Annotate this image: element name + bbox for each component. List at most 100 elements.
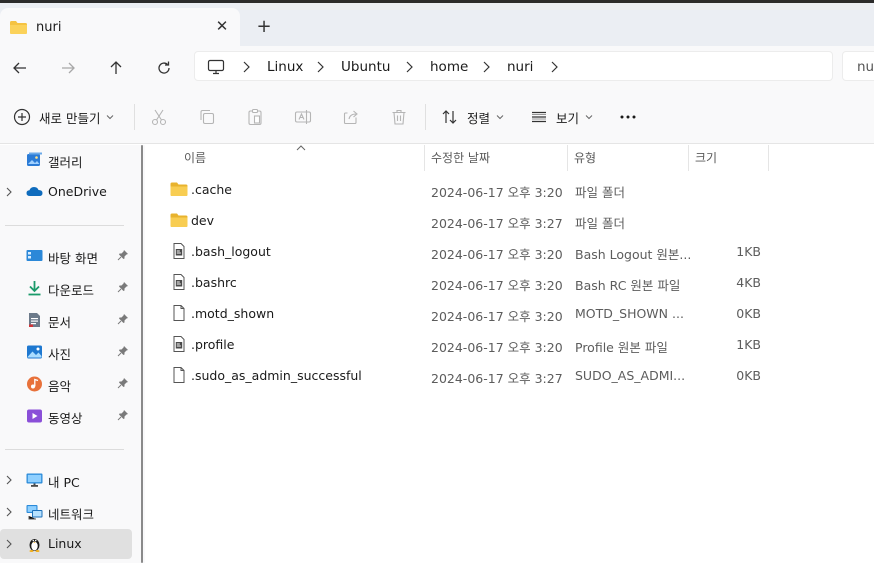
pin-icon[interactable] — [117, 409, 129, 421]
breadcrumb-linux[interactable]: Linux — [267, 59, 303, 75]
view-label: 보기 — [556, 110, 580, 126]
up-button[interactable] — [102, 54, 130, 82]
table-row[interactable]: .bash_logout 2024-06-17 오후 3:20 Bash Log… — [148, 236, 874, 267]
breadcrumb-ubuntu[interactable]: Ubuntu — [341, 59, 390, 75]
breadcrumb-home[interactable]: home — [430, 59, 468, 75]
file-size: 0KB — [736, 306, 761, 321]
file-date: 2024-06-17 오후 3:20 — [431, 309, 563, 324]
scrollbar-thumb[interactable] — [141, 145, 143, 563]
file-name: .bash_logout — [191, 244, 271, 259]
file-name: .bashrc — [191, 275, 237, 290]
column-header-size[interactable]: 크기 — [689, 145, 768, 171]
sidebar-item-desktop[interactable]: 바탕 화면 — [0, 241, 132, 271]
sidebar-item-network[interactable]: 네트워크 — [0, 497, 132, 527]
file-name: .motd_shown — [191, 306, 275, 321]
file-name: .profile — [191, 337, 235, 352]
pin-icon[interactable] — [117, 313, 129, 325]
cut-button[interactable] — [150, 105, 168, 129]
address-bar[interactable]: Linux Ubuntu home nuri — [194, 51, 833, 81]
chevron-right-icon[interactable] — [315, 60, 325, 74]
chevron-right-icon[interactable] — [5, 187, 13, 197]
chevron-right-icon[interactable] — [404, 60, 414, 74]
breadcrumb-nuri[interactable]: nuri — [507, 59, 533, 75]
view-button[interactable]: 보기 — [530, 105, 593, 129]
file-type: 파일 폴더 — [575, 185, 625, 200]
rename-icon — [294, 110, 312, 124]
sidebar-item-label: Linux — [48, 536, 82, 551]
file-type: Profile 원본 파일 — [575, 340, 668, 355]
arrow-right-icon — [62, 62, 75, 74]
table-row[interactable]: .cache 2024-06-17 오후 3:20 파일 폴더 — [148, 174, 874, 205]
table-row[interactable]: .sudo_as_admin_successful 2024-06-17 오후 … — [148, 360, 874, 391]
sidebar-item-label: 다운로드 — [48, 283, 95, 298]
rename-button[interactable] — [294, 105, 312, 129]
sidebar-item-gallery[interactable]: 갤러리 — [0, 145, 132, 175]
chevron-down-icon — [496, 115, 504, 120]
sort-button[interactable]: 정렬 — [441, 105, 504, 129]
forward-button[interactable] — [54, 54, 82, 82]
sidebar-item-this-pc[interactable]: 내 PC — [0, 465, 132, 495]
more-icon — [620, 115, 636, 119]
chevron-right-icon[interactable] — [481, 60, 491, 74]
copy-button[interactable] — [198, 105, 216, 129]
column-header-modified[interactable]: 수정한 날짜 — [425, 145, 567, 171]
navigation-pane: 갤러리 OneDrive 바탕 화면 다운로드 문서 사진 음악 동영상 내 P… — [0, 145, 140, 563]
copy-icon — [200, 109, 215, 125]
sidebar-item-linux[interactable]: Linux — [0, 529, 132, 559]
column-label: 유형 — [574, 151, 597, 165]
column-resize-handle[interactable] — [768, 145, 769, 171]
sidebar-item-documents[interactable]: 문서 — [0, 305, 132, 335]
back-button[interactable] — [6, 54, 34, 82]
table-row[interactable]: dev 2024-06-17 오후 3:27 파일 폴더 — [148, 205, 874, 236]
arrow-up-icon — [110, 61, 122, 74]
pin-icon[interactable] — [117, 249, 129, 261]
sidebar-item-label: 바탕 화면 — [48, 251, 98, 266]
sidebar-item-downloads[interactable]: 다운로드 — [0, 273, 132, 303]
chevron-right-icon[interactable] — [5, 507, 13, 517]
sidebar-item-pictures[interactable]: 사진 — [0, 337, 132, 367]
new-button[interactable]: 새로 만들기 — [13, 105, 114, 129]
pin-icon[interactable] — [117, 281, 129, 293]
navigation-bar: Linux Ubuntu home nuri nu — [0, 46, 874, 90]
scissors-icon — [151, 109, 167, 126]
table-row[interactable]: .motd_shown 2024-06-17 오후 3:20 MOTD_SHOW… — [148, 298, 874, 329]
table-row[interactable]: .bashrc 2024-06-17 오후 3:20 Bash RC 원본 파일… — [148, 267, 874, 298]
paste-button[interactable] — [246, 105, 264, 129]
pin-icon[interactable] — [117, 377, 129, 389]
more-options-button[interactable] — [619, 105, 637, 129]
tab-nuri[interactable]: nuri ✕ — [0, 8, 240, 49]
sidebar-scrollbar[interactable] — [140, 145, 145, 563]
sidebar-item-music[interactable]: 음악 — [0, 369, 132, 399]
file-name: .sudo_as_admin_successful — [191, 368, 362, 383]
file-type: Bash RC 원본 파일 — [575, 278, 681, 293]
sidebar-item-onedrive[interactable]: OneDrive — [0, 177, 132, 207]
share-icon — [343, 110, 358, 125]
column-header-type[interactable]: 유형 — [568, 145, 688, 171]
blank-file-icon — [173, 305, 185, 321]
file-date: 2024-06-17 오후 3:27 — [431, 216, 563, 231]
search-input[interactable]: nu — [842, 51, 874, 81]
file-size: 1KB — [736, 244, 761, 259]
chevron-right-icon[interactable] — [5, 475, 13, 485]
pin-icon[interactable] — [117, 345, 129, 357]
script-file-icon — [173, 243, 185, 259]
file-type: Bash Logout 원본... — [575, 247, 692, 262]
chevron-right-icon[interactable] — [5, 539, 13, 549]
tab-bar: nuri ✕ + — [0, 0, 874, 49]
share-button[interactable] — [342, 105, 360, 129]
trash-icon — [392, 109, 406, 125]
delete-button[interactable] — [390, 105, 408, 129]
file-size: 1KB — [736, 337, 761, 352]
sidebar-item-videos[interactable]: 동영상 — [0, 401, 132, 431]
sidebar-item-label: 음악 — [48, 379, 72, 394]
new-tab-icon[interactable]: + — [254, 17, 274, 37]
sidebar-item-label: OneDrive — [48, 184, 107, 199]
folder-icon — [170, 182, 188, 196]
refresh-button[interactable] — [150, 54, 178, 82]
table-row[interactable]: .profile 2024-06-17 오후 3:20 Profile 원본 파… — [148, 329, 874, 360]
column-header-name[interactable]: 이름 — [148, 145, 424, 171]
chevron-right-icon[interactable] — [549, 60, 559, 74]
new-button-label: 새로 만들기 — [39, 110, 101, 126]
close-tab-icon[interactable]: ✕ — [214, 18, 230, 34]
gallery-icon — [27, 152, 42, 166]
